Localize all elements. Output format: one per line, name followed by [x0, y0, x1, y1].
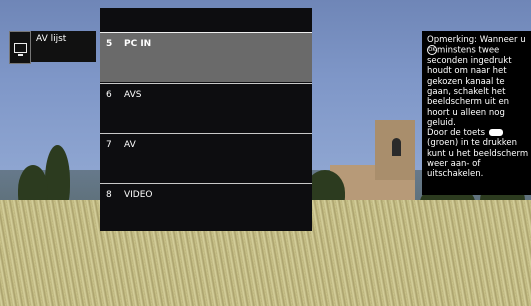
info-text: minstens twee seconden ingedrukt houdt o… — [427, 45, 512, 128]
av-list-menu: 5 PC IN 6 AVS 7 AV 8 VIDEO — [100, 8, 312, 231]
info-text: Door de toets — [427, 128, 485, 139]
info-text: Opmerking: Wanneer u — [427, 35, 526, 45]
info-panel: Opmerking: Wanneer u minstens twee secon… — [422, 31, 531, 195]
menu-item-label: VIDEO — [124, 190, 153, 200]
ok-button-icon — [427, 45, 437, 56]
menu-item-video[interactable]: 8 VIDEO — [100, 183, 312, 233]
menu-item-number: 8 — [106, 190, 112, 200]
tower-window — [392, 138, 401, 156]
info-text: (groen) in te drukken kunt u het beeldsc… — [427, 138, 529, 180]
menu-item-av[interactable]: 7 AV — [100, 133, 312, 183]
tv-icon — [13, 42, 27, 56]
menu-item-label: AVS — [124, 90, 142, 100]
menu-item-label: PC IN — [124, 39, 152, 49]
menu-item-label: AV — [124, 140, 136, 150]
menu-item-number: 6 — [106, 90, 112, 100]
av-list-title: AV lijst — [31, 31, 96, 62]
green-button-icon — [488, 129, 503, 137]
menu-item-pc-in[interactable]: 5 PC IN — [100, 32, 312, 82]
menu-item-avs[interactable]: 6 AVS — [100, 83, 312, 133]
tv-tab[interactable] — [9, 31, 31, 64]
menu-item-number: 7 — [106, 140, 112, 150]
menu-item-number: 5 — [106, 39, 113, 49]
